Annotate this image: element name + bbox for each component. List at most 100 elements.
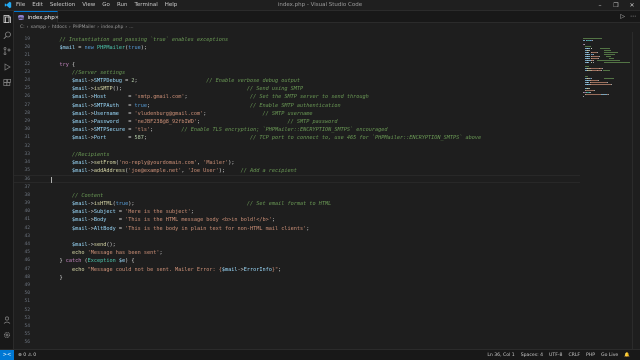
breadcrumb-item[interactable]: htdocs [52,25,67,30]
code-token: 'Joe User' [187,168,219,175]
menu-item-help[interactable]: Help [165,0,178,11]
language-mode[interactable]: PHP [586,353,595,358]
notifications-icon[interactable]: 🔔 [624,353,630,358]
code-line[interactable]: 29 $mail->Password = 'neJBF238@8_92fbIWD… [14,118,580,126]
code-line[interactable]: 41 $mail->Body = 'This is the HTML messa… [14,216,580,224]
search-icon[interactable] [3,31,11,39]
code-text: // Instantiation and passing `true` enab… [47,36,228,44]
code-line[interactable]: 52 [14,307,580,315]
menu-item-go[interactable]: Go [102,0,110,11]
menu-item-terminal[interactable]: Terminal [134,0,157,11]
breadcrumb-item[interactable]: PHPMailer [73,25,96,30]
minimap-line [584,46,591,47]
code-line[interactable]: 31 $mail->Port = 587; // TCP port to con… [14,134,580,142]
source-control-icon[interactable] [3,47,11,55]
code-line[interactable]: 39 $mail->isHTML(true); // Set email for… [14,200,580,208]
code-line[interactable]: 40 $mail->Subject = 'Here is the subject… [14,208,580,216]
code-text: } [47,274,62,282]
code-line[interactable]: 24 $mail->SMTPDebug = 2; // Enable verbo… [14,77,580,85]
more-actions-icon[interactable]: ⋯ [630,13,636,20]
code-line[interactable]: 53 [14,315,580,323]
extensions-icon[interactable] [3,79,11,87]
code-line[interactable]: 21 [14,52,580,60]
vertical-scrollbar[interactable] [632,32,640,349]
code-line[interactable]: 44 $mail->send(); [14,241,580,249]
code-line[interactable]: 23 //Server settings [14,69,580,77]
code-token: = [106,94,135,101]
explorer-icon[interactable] [3,15,11,23]
code-line[interactable]: 49 [14,282,580,290]
breadcrumb-item[interactable]: ... [129,25,133,30]
code-line[interactable]: 43 [14,233,580,241]
code-line[interactable]: 30 $mail->SMTPSecure = 'tls'; // Enable … [14,126,580,134]
code-line[interactable]: 55 [14,331,580,339]
code-line[interactable]: 32 [14,143,580,151]
code-line[interactable]: 19 // Instantiation and passing `true` e… [14,36,580,44]
code-line[interactable]: 20 $mail = new PHPMailer(true); [14,44,580,52]
line-number: 39 [24,201,30,206]
breadcrumb-item[interactable]: C: [20,25,25,30]
go-live-button[interactable]: Go Live [601,353,618,358]
close-window-icon[interactable]: ✕ [624,0,640,11]
code-line[interactable]: 45 echo 'Message has been sent'; [14,249,580,257]
code-line[interactable]: 48 } [14,274,580,282]
code-line[interactable]: 51 [14,298,580,306]
run-file-icon[interactable]: ▷ [620,13,625,20]
code-token: echo [47,250,88,257]
code-token: send [93,242,107,248]
code-line[interactable]: 56 [14,339,580,347]
breadcrumb-separator-icon: › [68,25,71,30]
problems-indicator[interactable]: ⊗ 0 ⚠ 0 [18,353,36,358]
minimap-line [608,58,615,59]
remote-indicator[interactable]: >< [0,350,14,360]
code-line[interactable]: 50 [14,290,580,298]
code-line[interactable]: 26 $mail->Host = 'smtp.gmail.com'; // Se… [14,93,580,101]
gear-icon[interactable] [3,331,11,339]
menu-item-file[interactable]: File [16,0,25,11]
code-token: ); [228,160,235,166]
code-line[interactable]: 33 //Recipients [14,151,580,159]
code-line[interactable]: 38 // Content [14,192,580,200]
minimize-icon[interactable]: – [592,0,608,11]
code-line[interactable]: 25 $mail->isSMTP(); // Send using SMTP [14,85,580,93]
breadcrumb-item[interactable]: index.php [101,25,123,30]
line-number: 44 [24,242,30,247]
account-icon[interactable] [3,316,11,324]
menu-item-edit[interactable]: Edit [32,0,43,11]
code-line[interactable]: 28 $mail->Username = 'vludenburg@gmail.c… [14,110,580,118]
menu-item-run[interactable]: Run [117,0,128,11]
code-editor[interactable]: 19 // Instantiation and passing `true` e… [14,32,580,349]
code-line[interactable]: 36 [14,175,580,184]
code-line[interactable]: 27 $mail->SMTPAuth = true; // Enable SMT… [14,102,580,110]
code-token: SMTPAuth [93,102,119,109]
run-debug-icon[interactable] [3,63,11,71]
line-number: 32 [24,143,30,149]
tab-close-icon[interactable]: ✕ [55,15,59,21]
menu-item-view[interactable]: View [82,0,95,11]
line-endings[interactable]: CRLF [568,353,580,358]
code-line[interactable]: 37 [14,184,580,192]
code-line[interactable]: 54 [14,323,580,331]
menu-item-selection[interactable]: Selection [50,0,75,11]
code-token: 'no-reply@yourdomain.com' [118,160,197,166]
line-number: 41 [24,217,30,223]
code-text: echo "Message could not be sent. Mailer … [47,266,281,274]
breadcrumb-separator-icon: › [48,25,50,30]
code-line[interactable]: 35 $mail->addAddress('joe@example.net', … [14,167,580,175]
indentation[interactable]: Spaces: 4 [521,353,543,358]
encoding[interactable]: UTF-8 [549,353,562,358]
code-line[interactable]: 46 } catch (Exception $e) { [14,257,580,265]
restore-icon[interactable]: ❐ [608,0,624,11]
code-line[interactable]: 47 echo "Message could not be sent. Mail… [14,266,580,274]
line-number: 56 [24,340,30,346]
line-number: 49 [24,283,30,288]
code-line[interactable]: 34 $mail->setFrom('no-reply@yourdomain.c… [14,159,580,167]
cursor-position[interactable]: Ln 36, Col 1 [487,353,514,358]
code-line[interactable]: 42 $mail->AltBody = 'This is the body in… [14,225,580,233]
code-line[interactable]: 22 try { [14,61,580,69]
tab-index-php[interactable]: php index.php ✕ [14,11,59,23]
minimap[interactable] [580,32,632,349]
code-text: $mail->Username = 'vludenburg@gmail.com'… [47,110,313,118]
code-token: $mail [47,45,76,52]
breadcrumb-item[interactable]: xampp [30,25,46,30]
